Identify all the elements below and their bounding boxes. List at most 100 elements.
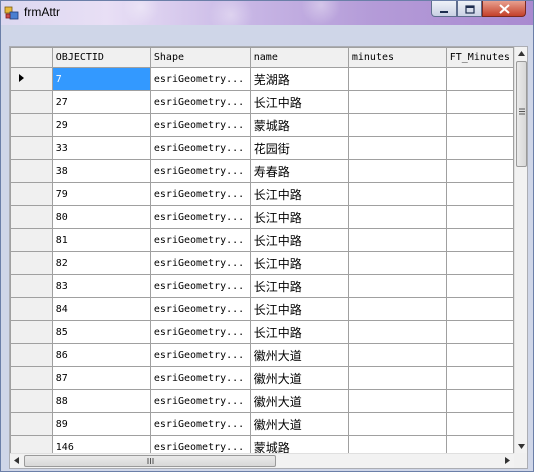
- cell-objectid[interactable]: 79: [51, 182, 151, 206]
- cell-objectid[interactable]: 86: [51, 343, 151, 367]
- cell-objectid[interactable]: 146: [51, 435, 151, 453]
- cell-ft-minutes[interactable]: [445, 320, 514, 344]
- row-header-cell[interactable]: [10, 274, 53, 298]
- row-header-cell[interactable]: [10, 136, 53, 160]
- row-header-cell[interactable]: [10, 435, 53, 453]
- cell-minutes[interactable]: [347, 90, 447, 114]
- close-button[interactable]: [482, 1, 526, 17]
- row-header-cell[interactable]: [10, 90, 53, 114]
- cell-shape[interactable]: esriGeometry...: [149, 297, 251, 321]
- cell-ft-minutes[interactable]: [445, 412, 514, 436]
- cell-ft-minutes[interactable]: [445, 274, 514, 298]
- row-header-cell[interactable]: [10, 251, 53, 275]
- cell-objectid[interactable]: 85: [51, 320, 151, 344]
- row-header-cell[interactable]: [10, 343, 53, 367]
- row-header-cell[interactable]: [10, 113, 53, 137]
- cell-shape[interactable]: esriGeometry...: [149, 251, 251, 275]
- table-row[interactable]: 79 esriGeometry... 长江中路: [10, 182, 514, 206]
- cell-minutes[interactable]: [347, 182, 447, 206]
- scroll-left-button[interactable]: [10, 454, 23, 468]
- cell-ft-minutes[interactable]: [445, 389, 514, 413]
- cell-ft-minutes[interactable]: [445, 136, 514, 160]
- header-corner-cell[interactable]: [10, 47, 53, 68]
- cell-ft-minutes[interactable]: [445, 205, 514, 229]
- row-header-cell[interactable]: [10, 320, 53, 344]
- cell-objectid[interactable]: 82: [51, 251, 151, 275]
- cell-name[interactable]: 长江中路: [249, 90, 349, 114]
- cell-minutes[interactable]: [347, 435, 447, 453]
- cell-objectid[interactable]: 83: [51, 274, 151, 298]
- cell-objectid[interactable]: 29: [51, 113, 151, 137]
- cell-ft-minutes[interactable]: [445, 435, 514, 453]
- cell-name[interactable]: 寿春路: [249, 159, 349, 183]
- cell-name[interactable]: 芜湖路: [249, 67, 349, 91]
- table-row[interactable]: 88 esriGeometry... 徽州大道: [10, 389, 514, 413]
- cell-name[interactable]: 长江中路: [249, 182, 349, 206]
- table-row[interactable]: 84 esriGeometry... 长江中路: [10, 297, 514, 321]
- cell-shape[interactable]: esriGeometry...: [149, 366, 251, 390]
- cell-minutes[interactable]: [347, 113, 447, 137]
- cell-shape[interactable]: esriGeometry...: [149, 274, 251, 298]
- row-header-cell[interactable]: [10, 67, 53, 91]
- cell-shape[interactable]: esriGeometry...: [149, 228, 251, 252]
- scroll-right-button[interactable]: [501, 454, 514, 468]
- cell-name[interactable]: 徽州大道: [249, 389, 349, 413]
- row-header-cell[interactable]: [10, 205, 53, 229]
- cell-objectid[interactable]: 27: [51, 90, 151, 114]
- cell-ft-minutes[interactable]: [445, 297, 514, 321]
- cell-minutes[interactable]: [347, 159, 447, 183]
- cell-minutes[interactable]: [347, 389, 447, 413]
- cell-minutes[interactable]: [347, 412, 447, 436]
- cell-objectid[interactable]: 81: [51, 228, 151, 252]
- attribute-data-grid[interactable]: OBJECTID Shape name minutes FT_Minutes 7…: [10, 47, 527, 468]
- cell-name[interactable]: 长江中路: [249, 297, 349, 321]
- cell-minutes[interactable]: [347, 274, 447, 298]
- row-header-cell[interactable]: [10, 366, 53, 390]
- row-header-cell[interactable]: [10, 297, 53, 321]
- cell-minutes[interactable]: [347, 320, 447, 344]
- cell-ft-minutes[interactable]: [445, 228, 514, 252]
- column-header-minutes[interactable]: minutes: [347, 47, 447, 68]
- cell-name[interactable]: 花园街: [249, 136, 349, 160]
- cell-objectid[interactable]: 88: [51, 389, 151, 413]
- scroll-up-button[interactable]: [515, 47, 527, 60]
- cell-objectid[interactable]: 33: [51, 136, 151, 160]
- cell-ft-minutes[interactable]: [445, 113, 514, 137]
- table-row[interactable]: 82 esriGeometry... 长江中路: [10, 251, 514, 275]
- horizontal-scroll-thumb[interactable]: [24, 455, 276, 467]
- cell-shape[interactable]: esriGeometry...: [149, 90, 251, 114]
- scroll-down-button[interactable]: [515, 440, 527, 453]
- cell-name[interactable]: 长江中路: [249, 320, 349, 344]
- cell-name[interactable]: 徽州大道: [249, 343, 349, 367]
- cell-name[interactable]: 蒙城路: [249, 113, 349, 137]
- cell-ft-minutes[interactable]: [445, 251, 514, 275]
- cell-shape[interactable]: esriGeometry...: [149, 412, 251, 436]
- cell-minutes[interactable]: [347, 228, 447, 252]
- cell-shape[interactable]: esriGeometry...: [149, 435, 251, 453]
- column-header-objectid[interactable]: OBJECTID: [51, 47, 151, 68]
- maximize-button[interactable]: [457, 1, 482, 17]
- cell-shape[interactable]: esriGeometry...: [149, 159, 251, 183]
- cell-name[interactable]: 长江中路: [249, 274, 349, 298]
- row-header-cell[interactable]: [10, 412, 53, 436]
- row-header-cell[interactable]: [10, 389, 53, 413]
- cell-minutes[interactable]: [347, 205, 447, 229]
- column-header-shape[interactable]: Shape: [149, 47, 251, 68]
- cell-shape[interactable]: esriGeometry...: [149, 136, 251, 160]
- cell-ft-minutes[interactable]: [445, 90, 514, 114]
- table-row[interactable]: 27 esriGeometry... 长江中路: [10, 90, 514, 114]
- table-row[interactable]: 29 esriGeometry... 蒙城路: [10, 113, 514, 137]
- cell-minutes[interactable]: [347, 366, 447, 390]
- cell-minutes[interactable]: [347, 136, 447, 160]
- cell-ft-minutes[interactable]: [445, 366, 514, 390]
- cell-shape[interactable]: esriGeometry...: [149, 389, 251, 413]
- cell-objectid[interactable]: 87: [51, 366, 151, 390]
- cell-shape[interactable]: esriGeometry...: [149, 182, 251, 206]
- cell-name[interactable]: 长江中路: [249, 251, 349, 275]
- table-row[interactable]: 146 esriGeometry... 蒙城路: [10, 435, 514, 453]
- table-row[interactable]: 89 esriGeometry... 徽州大道: [10, 412, 514, 436]
- table-row[interactable]: 86 esriGeometry... 徽州大道: [10, 343, 514, 367]
- vertical-scroll-thumb[interactable]: [516, 61, 527, 167]
- table-row[interactable]: 33 esriGeometry... 花园街: [10, 136, 514, 160]
- cell-ft-minutes[interactable]: [445, 67, 514, 91]
